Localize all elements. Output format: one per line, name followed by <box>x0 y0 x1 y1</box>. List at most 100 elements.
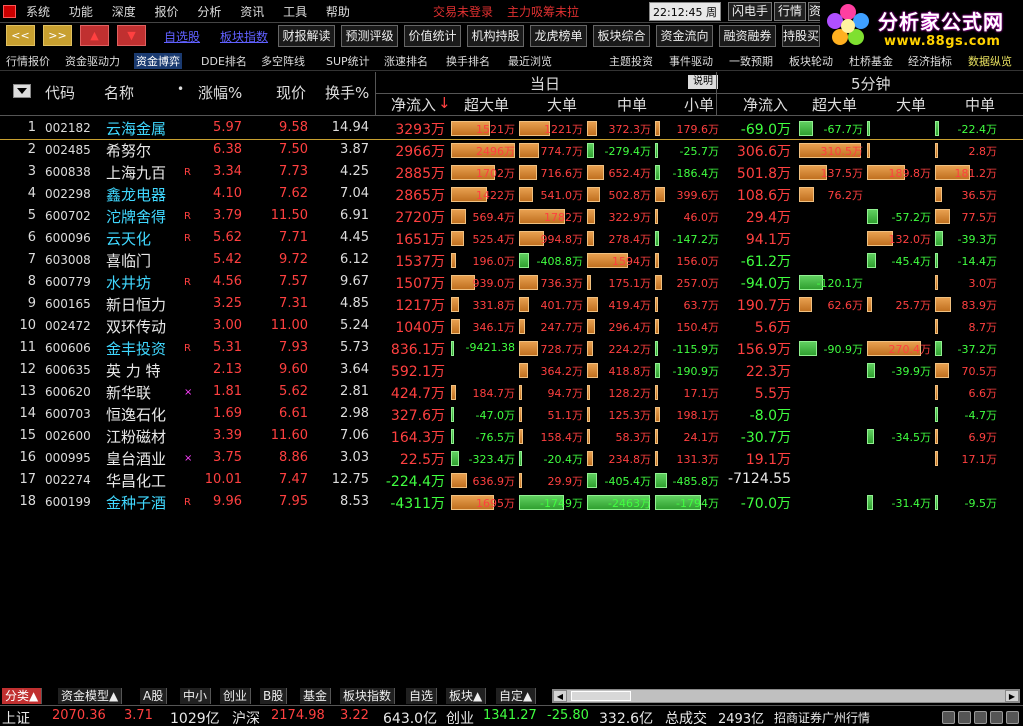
value-stats-button[interactable]: 价值统计 <box>404 25 461 47</box>
tab-theme-invest[interactable]: 主题投资 <box>609 53 653 69</box>
tab-a-share[interactable]: A股 <box>140 688 168 704</box>
net-inflow-5m: -61.2万 <box>740 254 791 270</box>
stock-name: 金种子酒 <box>106 494 167 512</box>
table-row[interactable]: 9 600165 新日恒力 3.25 7.31 4.85 1217万 190.7万 331.8万… <box>0 294 1023 316</box>
col-medium[interactable]: 中单 <box>617 94 647 115</box>
table-row[interactable]: 11 600606 金丰投资 R 5.31 7.93 5.73 836.1万 156.9万 -94… <box>0 338 1023 360</box>
financial-report-button[interactable]: 财报解读 <box>278 25 335 47</box>
institution-holding-button[interactable]: 机构持股 <box>467 25 524 47</box>
tab-event-drive[interactable]: 事件驱动 <box>669 53 713 69</box>
holding-trade-button[interactable]: 持股买卖 <box>782 25 820 47</box>
col-net-inflow[interactable]: 净流入 <box>391 94 436 115</box>
col-price[interactable]: 现价 <box>276 82 306 103</box>
tab-economy[interactable]: 经济指标 <box>908 53 952 69</box>
capital-flow-button[interactable]: 资金流向 <box>656 25 713 47</box>
tab-fund[interactable]: 杜桥基金 <box>849 53 893 69</box>
col-large-5m[interactable]: 大单 <box>896 94 926 115</box>
sector-summary-button[interactable]: 板块综合 <box>593 25 650 47</box>
tab-capital-drive[interactable]: 资金驱动力 <box>65 53 120 69</box>
col-net-inflow-5m[interactable]: 净流入 <box>743 94 788 115</box>
tab-sup-stats[interactable]: SUP统计 <box>326 53 370 69</box>
col-small[interactable]: 小单 <box>684 94 714 115</box>
table-row[interactable]: 15 002600 江粉磁材 3.39 11.60 7.06 164.3万 -30.7万 -76… <box>0 426 1023 448</box>
forecast-rating-button[interactable]: 预测评级 <box>341 25 398 47</box>
tab-fund-list[interactable]: 基金 <box>300 688 332 704</box>
cy-change: -25.80 <box>547 708 589 723</box>
table-row[interactable]: 5 600702 沱牌舍得 R 3.79 11.50 6.91 2720万 29.4万 569.4… <box>0 206 1023 228</box>
tab-data-overview[interactable]: 数据纵览 <box>968 53 1012 69</box>
tab-custom[interactable]: 自定▲ <box>496 688 537 704</box>
sector-index-link[interactable]: 板块指数 <box>220 28 268 45</box>
tab-sector-rotation[interactable]: 板块轮动 <box>789 53 833 69</box>
menu-depth[interactable]: 深度 <box>112 3 136 20</box>
menu-analysis[interactable]: 分析 <box>197 3 221 20</box>
tab-watchlist[interactable]: 自选 <box>406 688 438 704</box>
watchlist-link[interactable]: 自选股 <box>164 28 200 45</box>
tab-sector[interactable]: 板块▲ <box>446 688 487 704</box>
col-extra-large-5m[interactable]: 超大单 <box>812 94 857 115</box>
menu-tools[interactable]: 工具 <box>283 3 307 20</box>
scroll-left-icon[interactable]: ◀ <box>553 690 567 702</box>
menu-news[interactable]: 资讯 <box>240 3 264 20</box>
move-down-button[interactable]: ▼ <box>117 25 146 46</box>
sort-dropdown-icon[interactable] <box>13 84 31 98</box>
tab-capital-game[interactable]: 资金博弈 <box>134 53 182 69</box>
table-row[interactable]: 12 600635 英 力 特 2.13 9.60 3.64 592.1万 22.3万 364.… <box>0 360 1023 382</box>
scroll-right-icon[interactable]: ▶ <box>1005 690 1019 702</box>
table-row[interactable]: 14 600703 恒逸石化 1.69 6.61 2.98 327.6万 -8.0万 -47.0… <box>0 404 1023 426</box>
col-large[interactable]: 大单 <box>547 94 577 115</box>
table-row[interactable]: 1 002182 云海金属 5.97 9.58 14.94 3293万 -69.0万 1521万… <box>0 118 1023 140</box>
tray-icon[interactable] <box>990 711 1003 724</box>
tab-chinext[interactable]: 创业 <box>220 688 252 704</box>
tab-sme[interactable]: 中小 <box>180 688 212 704</box>
margin-trading-button[interactable]: 融资融券 <box>719 25 776 47</box>
tab-capital-model[interactable]: 资金模型▲ <box>58 688 123 704</box>
tab-dde-rank[interactable]: DDE排名 <box>201 53 247 69</box>
table-row[interactable]: 3 600838 上海九百 R 3.34 7.73 4.25 2885万 501.8万 1702万… <box>0 162 1023 184</box>
tray-icon[interactable] <box>974 711 987 724</box>
table-row[interactable]: 18 600199 金种子酒 R 9.96 7.95 8.53 -4311万 -70.0万 169… <box>0 492 1023 514</box>
menu-help[interactable]: 帮助 <box>326 3 350 20</box>
explain-button[interactable]: 说明 <box>688 75 718 89</box>
tab-b-share[interactable]: B股 <box>260 688 288 704</box>
tab-turnover-rank[interactable]: 换手排名 <box>446 53 490 69</box>
table-row[interactable]: 10 002472 双环传动 3.00 11.00 5.24 1040万 5.6万 346.1万… <box>0 316 1023 338</box>
col-medium-5m[interactable]: 中单 <box>965 94 995 115</box>
col-change[interactable]: 涨幅% <box>198 82 242 103</box>
table-row[interactable]: 6 600096 云天化 R 5.62 7.71 4.45 1651万 94.1万 525.4万 9… <box>0 228 1023 250</box>
scroll-thumb[interactable] <box>571 691 631 701</box>
menu-quote[interactable]: 报价 <box>155 3 179 20</box>
tab-speed-rank[interactable]: 涨速排名 <box>384 53 428 69</box>
table-row[interactable]: 17 002274 华昌化工 10.01 7.47 12.75 -224.4万 -7124.5… <box>0 470 1023 492</box>
tray-icon[interactable] <box>1006 711 1019 724</box>
horizontal-scrollbar[interactable]: ◀ ▶ <box>552 689 1020 703</box>
flash-trade-button[interactable]: 闪电手 <box>728 2 772 21</box>
table-row[interactable]: 2 002485 希努尔 6.38 7.50 3.87 2966万 306.6万 2496万 77… <box>0 140 1023 162</box>
tab-consensus[interactable]: 一致预期 <box>729 53 773 69</box>
page-forward-button[interactable]: >> <box>43 25 72 46</box>
main-force-alert[interactable]: 主力吸筹未拉 <box>507 3 579 20</box>
dragon-tiger-button[interactable]: 龙虎榜单 <box>530 25 587 47</box>
move-up-button[interactable]: ▲ <box>80 25 109 46</box>
table-row[interactable]: 7 603008 喜临门 5.42 9.72 6.12 1537万 -61.2万 196.0万 -… <box>0 250 1023 272</box>
tab-category[interactable]: 分类▲ <box>2 688 43 704</box>
tab-sector-index[interactable]: 板块指数 <box>340 688 396 704</box>
col-extra-large[interactable]: 超大单 <box>464 94 509 115</box>
col-code[interactable]: 代码 <box>45 82 75 103</box>
tab-long-short[interactable]: 多空阵线 <box>261 53 305 69</box>
tab-recent[interactable]: 最近浏览 <box>508 53 552 69</box>
tray-icon[interactable] <box>942 711 955 724</box>
menu-system[interactable]: 系统 <box>26 3 50 20</box>
tray-icon[interactable] <box>958 711 971 724</box>
table-row[interactable]: 16 000995 皇台酒业 × 3.75 8.86 3.03 22.5万 19.1万 -323.… <box>0 448 1023 470</box>
table-row[interactable]: 13 600620 新华联 × 1.81 5.62 2.81 424.7万 5.5万 184.7万… <box>0 382 1023 404</box>
menu-function[interactable]: 功能 <box>69 3 93 20</box>
page-back-button[interactable]: << <box>6 25 35 46</box>
col-name[interactable]: 名称 <box>104 82 134 103</box>
trade-login-status[interactable]: 交易未登录 <box>433 3 493 20</box>
col-turnover[interactable]: 换手% <box>325 82 369 103</box>
table-row[interactable]: 4 002298 鑫龙电器 4.10 7.62 7.04 2865万 108.6万 1422万 5… <box>0 184 1023 206</box>
quote-button[interactable]: 行情 <box>774 2 806 21</box>
tab-quote-list[interactable]: 行情报价 <box>6 53 50 69</box>
table-row[interactable]: 8 600779 水井坊 R 4.56 7.57 9.67 1507万 -94.0万 939.0万… <box>0 272 1023 294</box>
